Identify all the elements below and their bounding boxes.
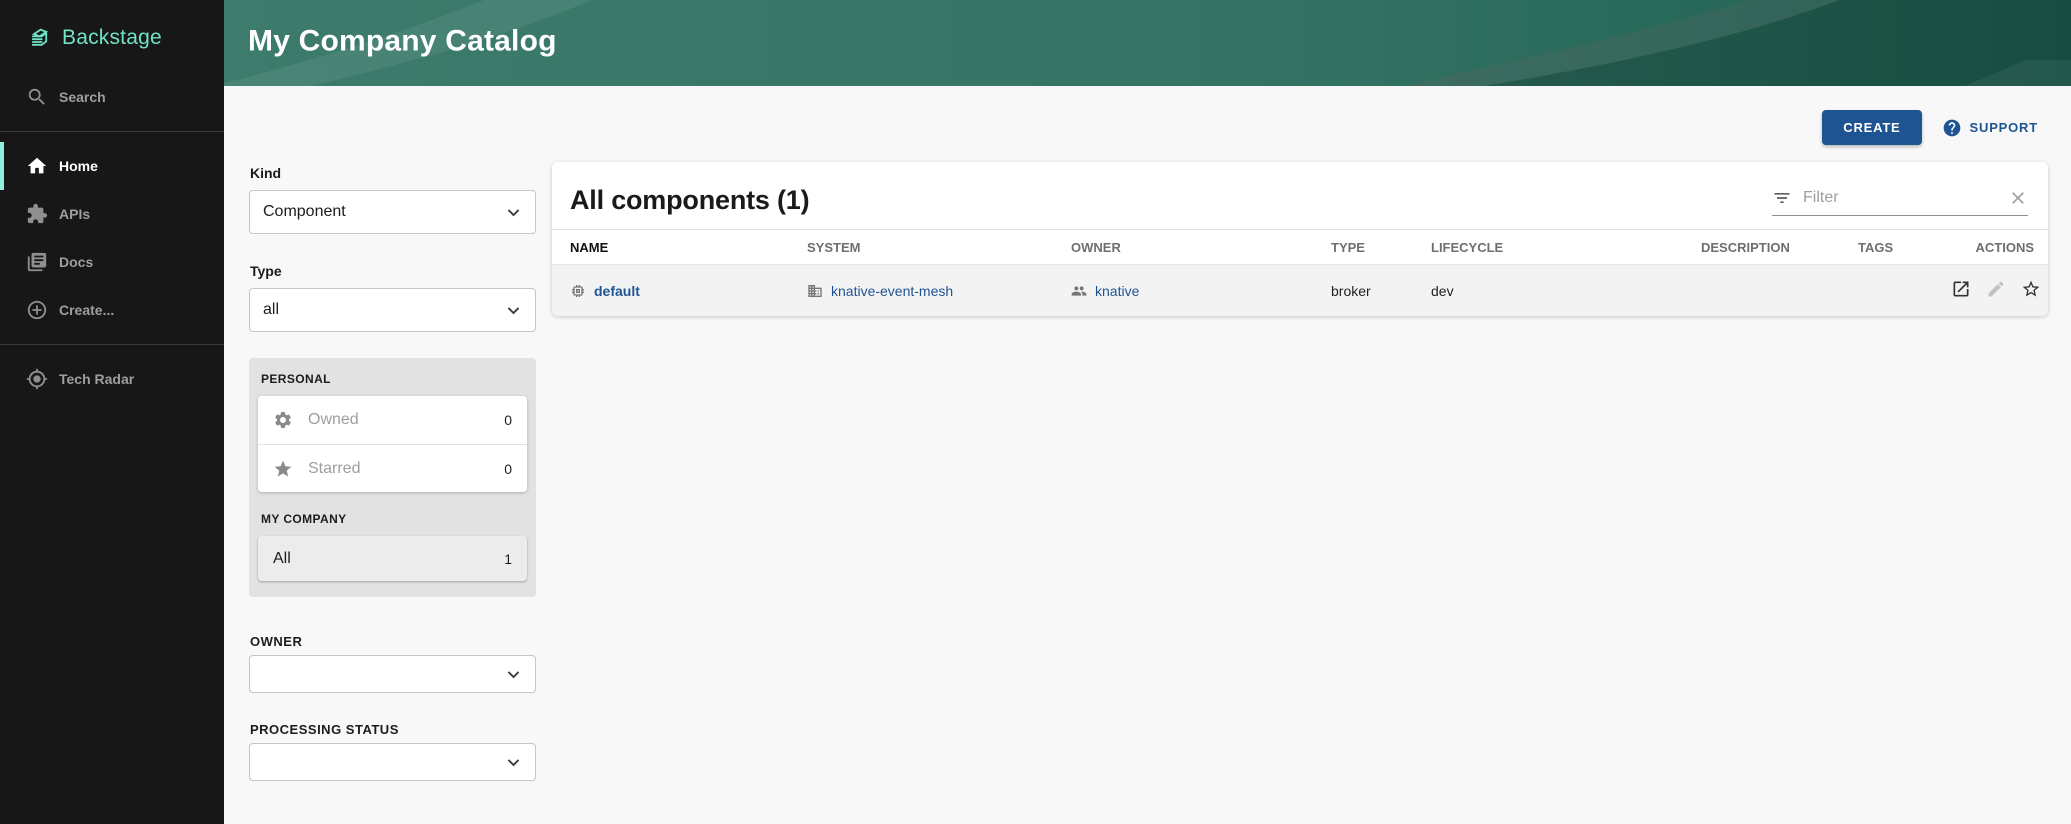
sidebar-item-label: Docs (59, 254, 93, 270)
starred-count: 0 (504, 461, 512, 477)
chevron-down-icon (502, 663, 525, 686)
table-row: default knative-event-mesh knative (552, 265, 2048, 317)
owner-cell: knative (1071, 265, 1331, 317)
column-header-type[interactable]: TYPE (1331, 230, 1431, 265)
sidebar-item-label: APIs (59, 206, 90, 222)
lifecycle-cell: dev (1431, 265, 1701, 317)
kind-select[interactable]: Component (249, 190, 536, 234)
type-select-value: all (263, 301, 279, 319)
system-building-icon (807, 283, 823, 299)
chevron-down-icon (502, 201, 525, 224)
column-header-tags[interactable]: TAGS (1858, 230, 1951, 265)
description-cell (1701, 265, 1858, 317)
gear-icon (273, 410, 293, 430)
sidebar-item-label: Home (59, 158, 98, 174)
name-cell: default (552, 265, 807, 317)
sidebar-divider (0, 131, 224, 132)
support-label: SUPPORT (1970, 120, 2038, 135)
table-header-row: NAME SYSTEM OWNER TYPE LIFECYCLE DESCRIP… (552, 230, 2048, 265)
sidebar-item-tech-radar[interactable]: Tech Radar (0, 355, 224, 403)
filter-list-icon (1772, 188, 1792, 208)
sidebar-item-create[interactable]: Create... (0, 286, 224, 334)
owner-label: OWNER (250, 634, 536, 649)
kind-select-value: Component (263, 203, 346, 221)
page-header: My Company Catalog (224, 0, 2071, 86)
open-in-new-icon[interactable] (1951, 279, 1971, 299)
logo-text: Backstage (62, 26, 162, 50)
sidebar-item-label: Search (59, 89, 106, 105)
column-header-description[interactable]: DESCRIPTION (1701, 230, 1858, 265)
chevron-down-icon (502, 299, 525, 322)
table-filter-field (1772, 188, 2028, 216)
component-chip-icon (570, 283, 586, 299)
plus-circle-icon (26, 299, 48, 321)
edit-pencil-icon[interactable] (1986, 279, 2006, 299)
owner-filter: OWNER (249, 634, 536, 693)
all-count: 1 (504, 551, 512, 567)
sidebar: Backstage Search Home APIs Docs Create..… (0, 0, 224, 824)
all-label: All (273, 550, 291, 568)
docs-icon (26, 251, 48, 273)
personal-section-title: PERSONAL (261, 372, 527, 386)
main-content: CREATE SUPPORT Kind Component Type all P… (224, 86, 2071, 824)
column-header-owner[interactable]: OWNER (1071, 230, 1331, 265)
star-outline-icon[interactable] (2021, 279, 2041, 299)
owned-label: Owned (308, 411, 359, 429)
page-title: My Company Catalog (248, 25, 557, 59)
entity-link[interactable]: default (594, 283, 640, 299)
processing-status-select[interactable] (249, 743, 536, 781)
search-icon (26, 86, 48, 108)
tags-cell (1858, 265, 1951, 317)
backstage-logo[interactable]: Backstage (0, 0, 224, 51)
owned-count: 0 (504, 412, 512, 428)
sidebar-item-label: Create... (59, 302, 114, 318)
type-cell: broker (1331, 265, 1431, 317)
type-select[interactable]: all (249, 288, 536, 332)
sidebar-item-search[interactable]: Search (0, 73, 224, 121)
personal-card: Owned 0 Starred 0 (258, 396, 527, 492)
sidebar-item-docs[interactable]: Docs (0, 238, 224, 286)
home-icon (26, 155, 48, 177)
column-header-system[interactable]: SYSTEM (807, 230, 1071, 265)
sidebar-item-apis[interactable]: APIs (0, 190, 224, 238)
target-icon (26, 368, 48, 390)
backstage-logo-icon (26, 24, 53, 51)
ownership-panel: PERSONAL Owned 0 Starred 0 MY COMPANY Al… (249, 358, 536, 597)
type-label: Type (250, 263, 536, 279)
owned-filter-item[interactable]: Owned 0 (258, 396, 527, 444)
create-button[interactable]: CREATE (1822, 110, 1921, 145)
system-cell: knative-event-mesh (807, 265, 1071, 317)
sidebar-divider (0, 344, 224, 345)
star-icon (273, 459, 293, 479)
owner-link[interactable]: knative (1095, 283, 1139, 299)
processing-status-filter: PROCESSING STATUS (249, 722, 536, 781)
starred-filter-item[interactable]: Starred 0 (258, 444, 527, 492)
actions-cell (1951, 265, 2048, 317)
system-link[interactable]: knative-event-mesh (831, 283, 953, 299)
sidebar-item-label: Tech Radar (59, 371, 134, 387)
clear-filter-icon[interactable] (2008, 188, 2028, 208)
owner-select[interactable] (249, 655, 536, 693)
starred-label: Starred (308, 460, 360, 478)
column-header-actions: ACTIONS (1951, 230, 2048, 265)
puzzle-icon (26, 203, 48, 225)
sidebar-item-home[interactable]: Home (0, 142, 224, 190)
table-filter-input[interactable] (1803, 189, 1997, 207)
chevron-down-icon (502, 751, 525, 774)
group-icon (1071, 283, 1087, 299)
all-filter-item[interactable]: All 1 (258, 536, 527, 581)
components-card: All components (1) NAME SYSTEM OWNER TYP… (552, 162, 2048, 316)
support-button[interactable]: SUPPORT (1942, 118, 2038, 138)
company-section-title: MY COMPANY (261, 512, 527, 526)
kind-label: Kind (250, 165, 536, 181)
help-icon (1942, 118, 1962, 138)
components-table: NAME SYSTEM OWNER TYPE LIFECYCLE DESCRIP… (552, 230, 2048, 316)
column-header-name[interactable]: NAME (552, 230, 807, 265)
components-heading: All components (1) (570, 185, 809, 216)
toolbar: CREATE SUPPORT (1822, 110, 2038, 145)
processing-status-label: PROCESSING STATUS (250, 722, 536, 737)
filter-sidebar: Kind Component Type all PERSONAL Owned 0… (249, 165, 536, 781)
components-card-header: All components (1) (552, 162, 2048, 230)
column-header-lifecycle[interactable]: LIFECYCLE (1431, 230, 1701, 265)
